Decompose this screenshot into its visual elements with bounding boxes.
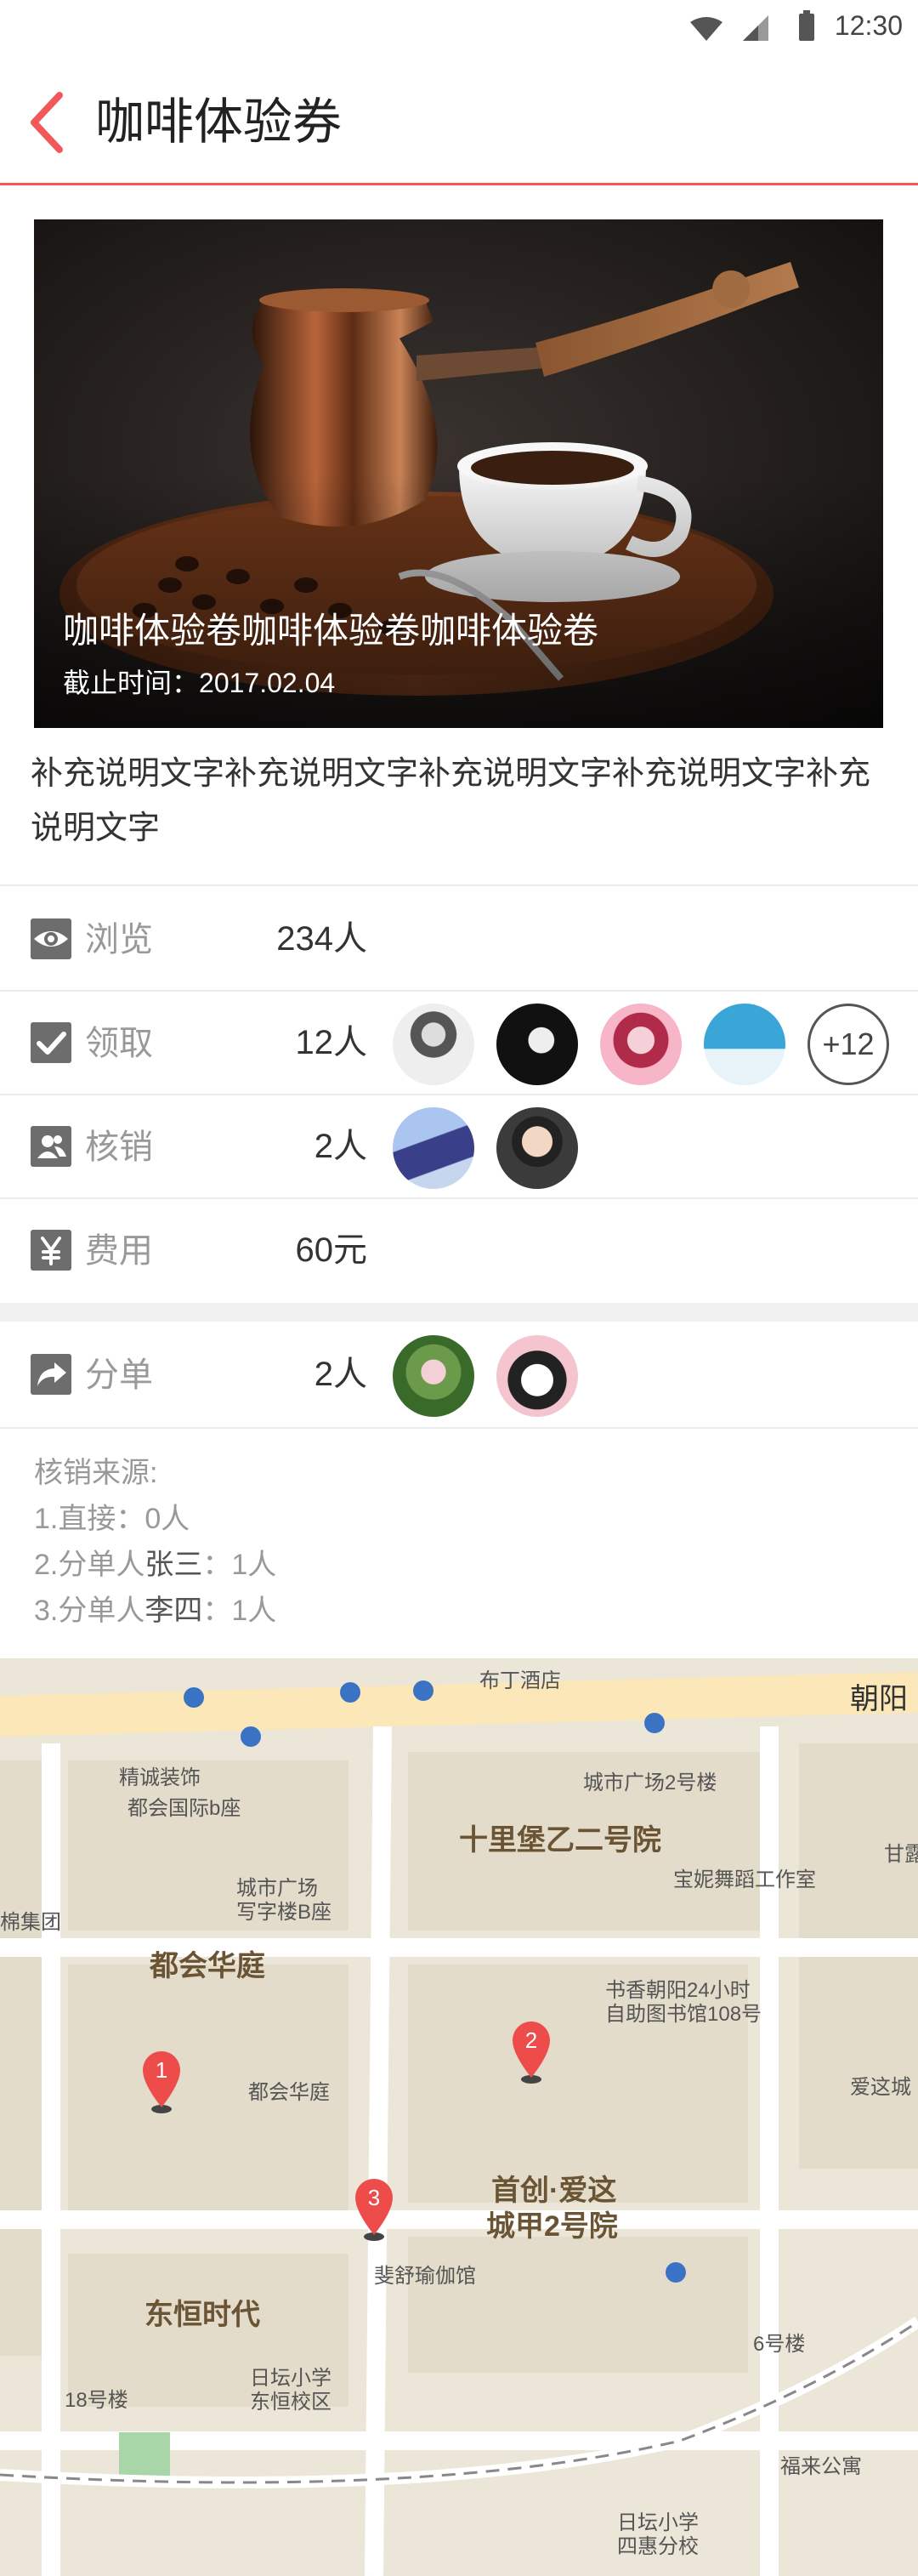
stat-row-cost[interactable]: 费用 60元 bbox=[0, 1199, 918, 1301]
divider bbox=[0, 884, 918, 886]
avatar[interactable] bbox=[496, 1004, 578, 1085]
stat-value-shared: 2人 bbox=[314, 1356, 367, 1393]
deadline-value: 2017.02.04 bbox=[199, 668, 336, 698]
stat-row-shared[interactable]: 分单 2人 bbox=[0, 1323, 918, 1425]
avatar[interactable] bbox=[704, 1004, 785, 1085]
map-label: 都会华庭 bbox=[248, 2081, 330, 2104]
divider bbox=[0, 1427, 918, 1429]
map-label: 四惠分校 bbox=[617, 2535, 699, 2558]
map-view[interactable]: 1 2 3 布丁酒店 朝阳 精诚装饰 都会国际b座 城市广场2号楼 十里堡乙二号… bbox=[0, 1658, 918, 2576]
avatar[interactable] bbox=[600, 1004, 682, 1085]
share-icon bbox=[31, 1354, 71, 1395]
avatar[interactable] bbox=[496, 1335, 578, 1417]
svg-text:2: 2 bbox=[525, 2027, 537, 2053]
more-avatars-button[interactable]: +12 bbox=[808, 1004, 889, 1085]
map-label: 斐舒瑜伽馆 bbox=[374, 2265, 476, 2288]
map-label: 朝阳 bbox=[850, 1683, 908, 1715]
map-label: 写字楼B座 bbox=[236, 1901, 332, 1924]
map-label: 都会国际b座 bbox=[128, 1797, 241, 1820]
stat-label-redeemed: 核销 bbox=[85, 1129, 153, 1166]
app-header: 咖啡体验券 bbox=[0, 56, 918, 185]
svg-text:1: 1 bbox=[156, 2057, 167, 2083]
stat-label-cost: 费用 bbox=[85, 1232, 153, 1270]
map-label: 宝妮舞蹈工作室 bbox=[673, 1868, 816, 1891]
avatar[interactable] bbox=[393, 1335, 474, 1417]
avatar[interactable] bbox=[393, 1004, 474, 1085]
map-label: 都会华庭 bbox=[150, 1950, 265, 1982]
stat-value-received: 12人 bbox=[295, 1024, 368, 1061]
avatar[interactable] bbox=[496, 1107, 578, 1189]
stat-label-views: 浏览 bbox=[85, 921, 153, 958]
stat-row-redeemed[interactable]: 核销 2人 bbox=[0, 1095, 918, 1197]
yen-icon bbox=[31, 1230, 71, 1271]
back-arrow-icon[interactable] bbox=[26, 90, 68, 155]
coupon-name: 咖啡体验卷咖啡体验卷咖啡体验卷 bbox=[63, 611, 599, 651]
map-label: 福来公寓 bbox=[780, 2455, 862, 2478]
stat-value-redeemed: 2人 bbox=[314, 1128, 367, 1165]
map-label: 东恒时代 bbox=[144, 2299, 260, 2331]
users-icon bbox=[31, 1126, 71, 1167]
coupon-deadline: 截止时间：2017.02.04 bbox=[63, 662, 335, 701]
map-label: 城市广场2号楼 bbox=[583, 1771, 717, 1794]
svg-text:3: 3 bbox=[368, 2185, 380, 2210]
redeem-source-line: 1.直接：0人 bbox=[34, 1503, 190, 1535]
coupon-description: 补充说明文字补充说明文字补充说明文字补充说明文字补充说明文字 bbox=[31, 756, 871, 846]
wifi-icon bbox=[690, 17, 722, 41]
map-label: 城甲2号院 bbox=[486, 2210, 618, 2243]
stat-label-received: 领取 bbox=[85, 1025, 153, 1062]
redeem-source-line: 3.分单人李四：1人 bbox=[34, 1595, 277, 1627]
page-title: 咖啡体验券 bbox=[95, 94, 343, 150]
map-label: 十里堡乙二号院 bbox=[459, 1824, 661, 1857]
map-label: 爱这城 bbox=[850, 2076, 911, 2099]
status-time: 12:30 bbox=[834, 10, 903, 41]
map-label: 布丁酒店 bbox=[479, 1669, 561, 1692]
checkbox-icon bbox=[31, 1022, 71, 1063]
stat-label-shared: 分单 bbox=[85, 1356, 153, 1394]
deadline-label: 截止时间： bbox=[63, 668, 200, 698]
map-label: 自助图书馆108号 bbox=[605, 2003, 762, 2026]
redeem-source: 核销来源: 1.直接：0人 2.分单人张三：1人 3.分单人李四：1人 bbox=[34, 1450, 276, 1634]
section-separator bbox=[0, 1303, 918, 1322]
cellular-signal-icon bbox=[743, 15, 768, 41]
map-label: 棉集团 bbox=[0, 1911, 61, 1934]
map-label: 精诚装饰 bbox=[119, 1766, 201, 1789]
map-label: 东恒校区 bbox=[250, 2391, 332, 2414]
stat-value-cost: 60元 bbox=[295, 1231, 368, 1269]
eye-icon bbox=[31, 918, 71, 959]
map-label: 18号楼 bbox=[65, 2389, 128, 2412]
stat-row-views[interactable]: 浏览 234人 bbox=[0, 888, 918, 990]
redeem-source-line: 2.分单人张三：1人 bbox=[34, 1549, 277, 1581]
stat-value-views: 234人 bbox=[276, 920, 367, 958]
battery-icon bbox=[799, 10, 814, 41]
avatar[interactable] bbox=[393, 1107, 474, 1189]
map-label: 甘露 bbox=[884, 1843, 918, 1866]
coupon-banner: 咖啡体验卷咖啡体验卷咖啡体验卷 截止时间：2017.02.04 bbox=[34, 219, 883, 728]
redeem-source-title: 核销来源: bbox=[34, 1457, 158, 1489]
map-label: 6号楼 bbox=[753, 2333, 806, 2356]
stat-row-received[interactable]: 领取 12人 +12 bbox=[0, 992, 918, 1094]
status-bar: 12:30 bbox=[0, 0, 918, 56]
